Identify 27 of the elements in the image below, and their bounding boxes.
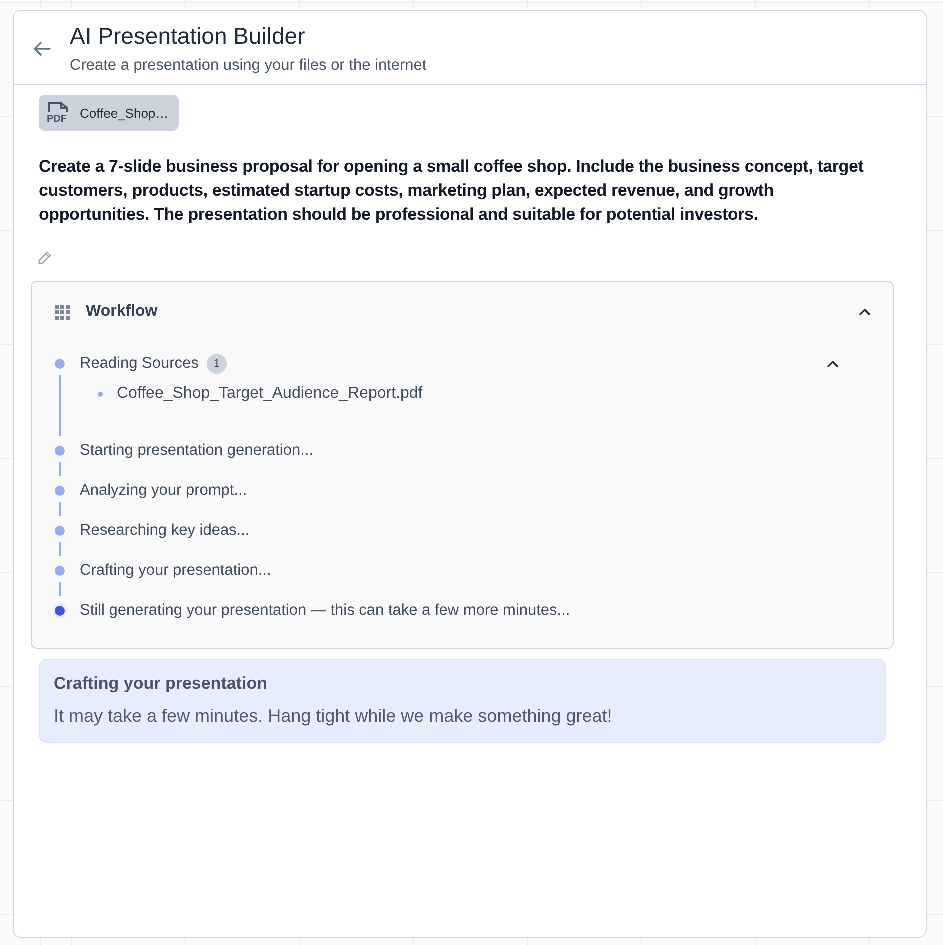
bullet-icon bbox=[98, 392, 103, 396]
step-label: Analyzing your prompt... bbox=[80, 482, 248, 500]
back-arrow-icon[interactable] bbox=[33, 41, 51, 57]
notice-title: Crafting your presentation bbox=[54, 674, 268, 694]
chevron-up-icon[interactable] bbox=[827, 360, 839, 368]
step-label: Still generating your presentation — this can take a few more minutes... bbox=[80, 602, 570, 620]
count-badge: 1 bbox=[206, 354, 227, 374]
grid-icon bbox=[55, 304, 70, 320]
timeline-connector bbox=[59, 375, 61, 436]
attachment-chip[interactable]: PDF Coffee_Shop… bbox=[39, 95, 179, 131]
step-label: Researching key ideas... bbox=[80, 522, 250, 540]
source-file-name: Coffee_Shop_Target_Audience_Report.pdf bbox=[117, 385, 423, 403]
step-label: Crafting your presentation... bbox=[80, 562, 272, 580]
timeline-connector bbox=[59, 582, 61, 596]
page-title: AI Presentation Builder bbox=[70, 23, 306, 49]
prompt-text: Create a 7-slide business proposal for opening a small coffee shop. Include the business concept, target customers, products, estimated startup costs, marketing plan, expected revenue, and growth opportunities. The presentation should be professional and suitable for potential investors. bbox=[39, 156, 865, 226]
page-subtitle: Create a presentation using your files or the internet bbox=[70, 57, 427, 75]
timeline-connector bbox=[59, 502, 61, 516]
step-label: Starting presentation generation... bbox=[80, 442, 314, 460]
step-label: Reading Sources bbox=[80, 355, 199, 373]
workflow-title: Workflow bbox=[86, 303, 158, 321]
file-type-label: PDF bbox=[47, 114, 67, 125]
timeline-connector bbox=[59, 462, 61, 476]
document-icon bbox=[47, 101, 69, 113]
chevron-up-icon[interactable] bbox=[859, 308, 871, 316]
timeline-connector bbox=[59, 542, 61, 556]
notice-message: It may take a few minutes. Hang tight while we make something great! bbox=[54, 705, 614, 727]
